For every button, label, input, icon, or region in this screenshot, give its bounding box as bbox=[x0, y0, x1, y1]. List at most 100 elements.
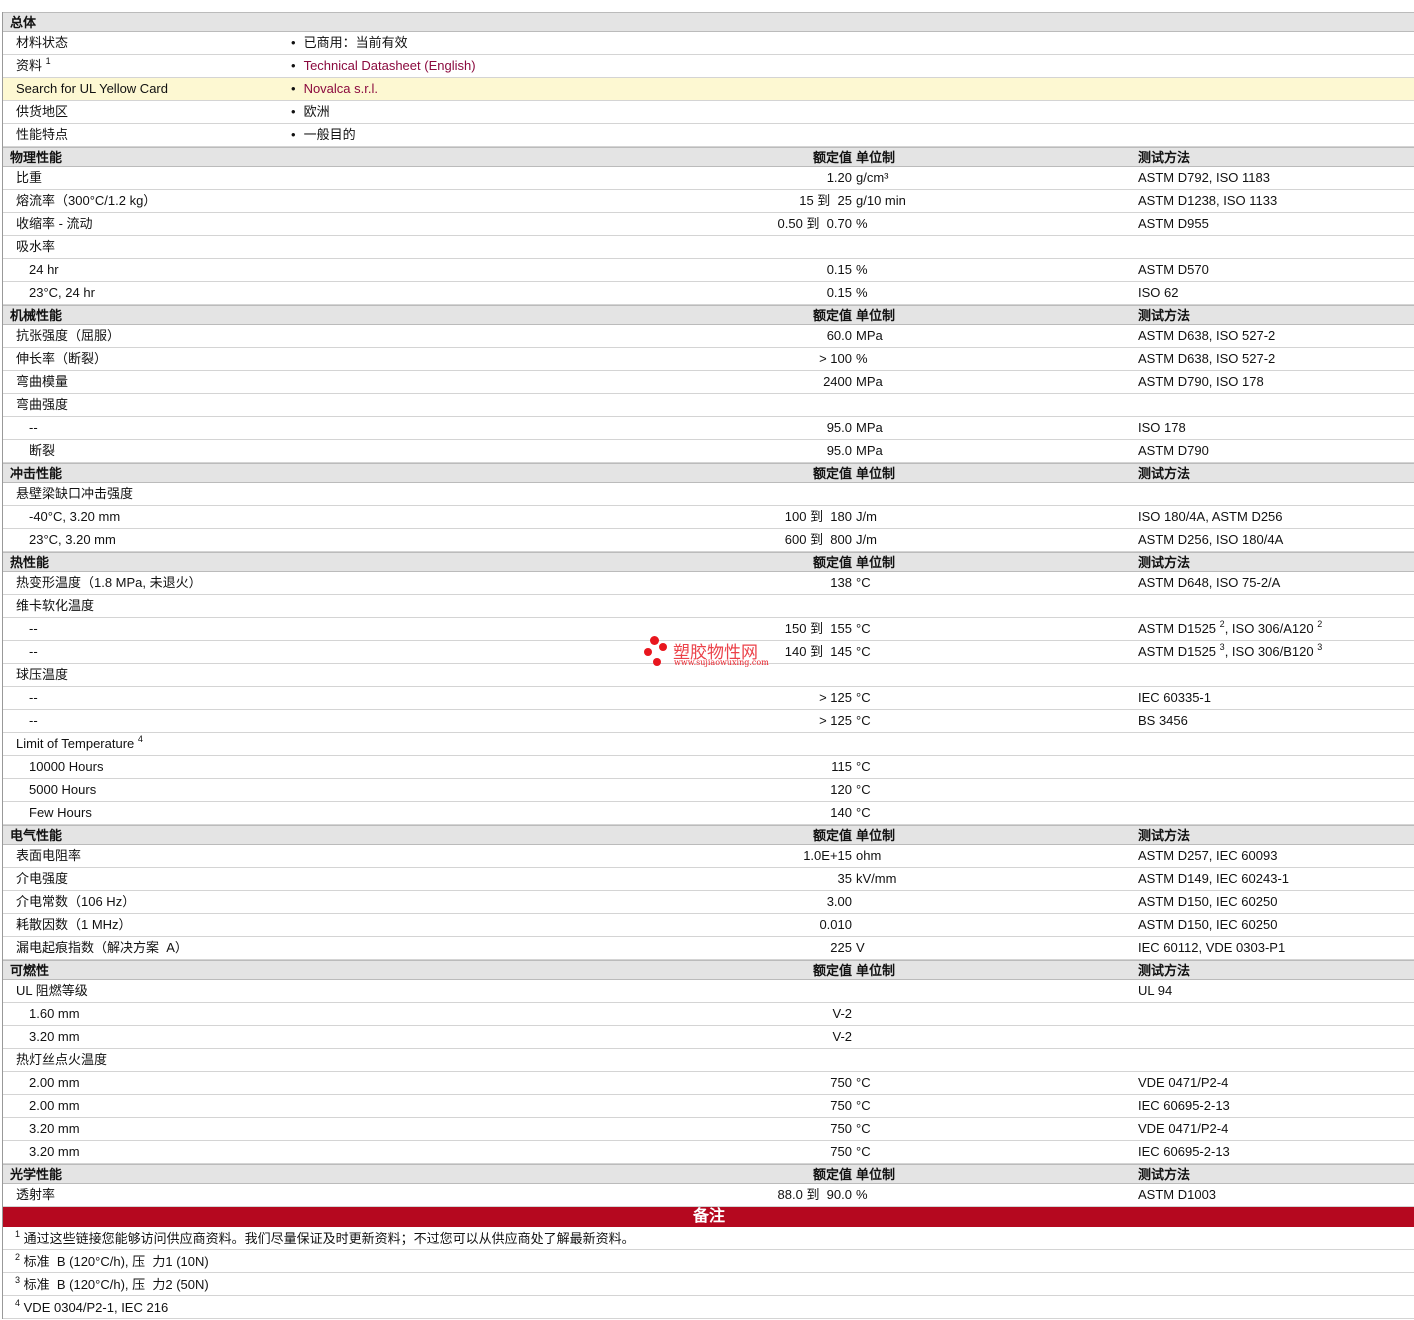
section-header: 机械性能 额定值 单位制 测试方法 bbox=[3, 305, 1414, 325]
method-text: ASTM D149, IEC 60243-1 bbox=[1138, 871, 1290, 886]
property-value: 0.15 bbox=[826, 285, 852, 300]
label-text: 23°C, 24 hr bbox=[29, 285, 95, 300]
property-value: 95.0 bbox=[826, 420, 852, 435]
footnote-ref[interactable]: 3 bbox=[1317, 642, 1322, 652]
col-header-method: 测试方法 bbox=[1138, 1167, 1191, 1182]
note-row: 2 标准 B (120°C/h), 压 力1 (10N) bbox=[3, 1250, 1414, 1273]
label-text: Limit of Temperature bbox=[16, 736, 135, 751]
test-method: ISO 180/4A, ASTM D256 bbox=[1138, 506, 1283, 528]
property-value: 2400 bbox=[823, 374, 852, 389]
test-method: ASTM D257, IEC 60093 bbox=[1138, 845, 1277, 867]
property-value: > 100 bbox=[819, 351, 852, 366]
method-text: VDE 0471/P2-4 bbox=[1138, 1075, 1229, 1090]
method-text: ASTM D1238, ISO 1133 bbox=[1138, 193, 1278, 208]
footnote-ref[interactable]: 4 bbox=[138, 734, 143, 744]
property-value: 15 到 25 bbox=[799, 193, 852, 208]
label-text: 球压温度 bbox=[16, 667, 69, 682]
col-header-unit: 单位制 bbox=[856, 466, 896, 481]
supplier-link[interactable]: Novalca s.r.l. bbox=[304, 81, 378, 96]
property-value: 150 到 155 bbox=[784, 621, 852, 636]
footnote-ref[interactable]: 1 bbox=[46, 56, 51, 66]
section-title: 冲击性能 bbox=[10, 466, 63, 481]
col-header-value: 额定值 bbox=[812, 308, 852, 323]
method-text: ASTM D638, ISO 527-2 bbox=[1138, 351, 1276, 366]
property-row: -- > 125 °C BS 3456 bbox=[3, 710, 1414, 733]
property-unit: °C bbox=[856, 1121, 871, 1136]
property-row: -- > 125 °C IEC 60335-1 bbox=[3, 687, 1414, 710]
label-text: 抗张强度（屈服） bbox=[16, 328, 121, 343]
label-text: 24 hr bbox=[29, 262, 59, 277]
label-text: 10000 Hours bbox=[29, 759, 104, 774]
property-unit: % bbox=[856, 1187, 868, 1202]
property-label: -40°C, 3.20 mm bbox=[29, 506, 120, 528]
property-value: 35 bbox=[837, 871, 852, 886]
test-method: ASTM D1238, ISO 1133 bbox=[1138, 190, 1277, 212]
footnote-ref[interactable]: 2 bbox=[1317, 619, 1322, 629]
row-value: Novalca s.r.l. bbox=[291, 78, 378, 100]
label-text: 介电常数（106 Hz） bbox=[16, 894, 136, 909]
test-method: ASTM D256, ISO 180/4A bbox=[1138, 529, 1283, 551]
label-text: 漏电起痕指数（解决方案 A） bbox=[16, 940, 188, 955]
col-header-unit: 单位制 bbox=[856, 555, 896, 570]
property-unit: °C bbox=[856, 690, 871, 705]
note-text: 标准 B (120°C/h), 压 力2 (50N) bbox=[23, 1277, 209, 1292]
label-text: 1.60 mm bbox=[29, 1006, 80, 1021]
test-method: IEC 60335-1 bbox=[1138, 687, 1211, 709]
property-row: -40°C, 3.20 mm 100 到 180 J/m ISO 180/4A, AS… bbox=[3, 506, 1414, 529]
value-text: 已商用：当前有效 bbox=[303, 35, 408, 50]
property-unit: g/10 min bbox=[856, 193, 906, 208]
property-unit: % bbox=[856, 351, 868, 366]
method-text: ASTM D955 bbox=[1138, 216, 1209, 231]
method-text: BS 3456 bbox=[1138, 713, 1188, 728]
property-unit: MPa bbox=[856, 420, 883, 435]
method-text: VDE 0471/P2-4 bbox=[1138, 1121, 1229, 1136]
col-header-value: 额定值 bbox=[812, 1167, 852, 1182]
test-method: ASTM D570 bbox=[1138, 259, 1209, 281]
general-row: 性能特点 一般目的 bbox=[3, 124, 1414, 147]
test-method: ASTM D638, ISO 527-2 bbox=[1138, 348, 1275, 370]
row-label[interactable]: Search for UL Yellow Card bbox=[16, 78, 168, 100]
label-text: 3.20 mm bbox=[29, 1121, 80, 1136]
col-header-unit: 单位制 bbox=[856, 150, 896, 165]
row-value: 已商用：当前有效 bbox=[291, 32, 408, 54]
test-method: VDE 0471/P2-4 bbox=[1138, 1118, 1228, 1140]
property-unit: °C bbox=[856, 575, 871, 590]
property-value: V-2 bbox=[832, 1029, 852, 1044]
label-text: 2.00 mm bbox=[29, 1098, 80, 1113]
method-text: , ISO 306/B120 bbox=[1224, 644, 1314, 659]
property-value: > 125 bbox=[819, 690, 852, 705]
label-text: 性能特点 bbox=[16, 127, 69, 142]
col-header-method: 测试方法 bbox=[1138, 150, 1191, 165]
property-label: 收缩率 - 流动 bbox=[16, 213, 93, 235]
col-header-unit: 单位制 bbox=[856, 963, 896, 978]
property-value: 0.15 bbox=[826, 262, 852, 277]
property-row: 2.00 mm 750 °C VDE 0471/P2-4 bbox=[3, 1072, 1414, 1095]
property-row: 耗散因数（1 MHz） 0.010 ASTM D150, IEC 60250 bbox=[3, 914, 1414, 937]
property-row: Few Hours 140 °C bbox=[3, 802, 1414, 825]
label-text: 收缩率 - 流动 bbox=[16, 216, 93, 231]
method-text: IEC 60695-2-13 bbox=[1138, 1144, 1230, 1159]
label-text: 熔流率（300°C/1.2 kg） bbox=[16, 193, 157, 208]
property-label: -- bbox=[29, 687, 38, 709]
property-label: -- bbox=[29, 417, 38, 439]
col-header-value: 额定值 bbox=[812, 555, 852, 570]
method-text: ISO 62 bbox=[1138, 285, 1179, 300]
note-row: 1 通过这些链接您能够访问供应商资料。我们尽量保证及时更新资料；不过您可以从供应… bbox=[3, 1227, 1414, 1250]
section-title: 物理性能 bbox=[10, 150, 63, 165]
property-unit: °C bbox=[856, 644, 871, 659]
property-unit: J/m bbox=[856, 509, 877, 524]
property-label: 热灯丝点火温度 bbox=[16, 1049, 107, 1071]
col-header-value: 额定值 bbox=[812, 466, 852, 481]
method-text: , ISO 306/A120 bbox=[1224, 621, 1314, 636]
label-text: 维卡软化温度 bbox=[16, 598, 95, 613]
test-method: IEC 60695-2-13 bbox=[1138, 1141, 1230, 1163]
test-method: ASTM D1525 2, ISO 306/A120 2 bbox=[1138, 618, 1322, 640]
property-value: 3.00 bbox=[826, 894, 852, 909]
supplier-link[interactable]: Technical Datasheet (English) bbox=[304, 58, 476, 73]
label-text: -- bbox=[29, 644, 38, 659]
watermark-logo: 塑胶物性网 www.sujiaowuxing.com bbox=[644, 636, 774, 670]
property-unit: °C bbox=[856, 1075, 871, 1090]
row-label: 材料状态 bbox=[16, 32, 68, 54]
property-unit: °C bbox=[856, 713, 871, 728]
general-row: Search for UL Yellow Card Novalca s.r.l. bbox=[3, 78, 1414, 101]
